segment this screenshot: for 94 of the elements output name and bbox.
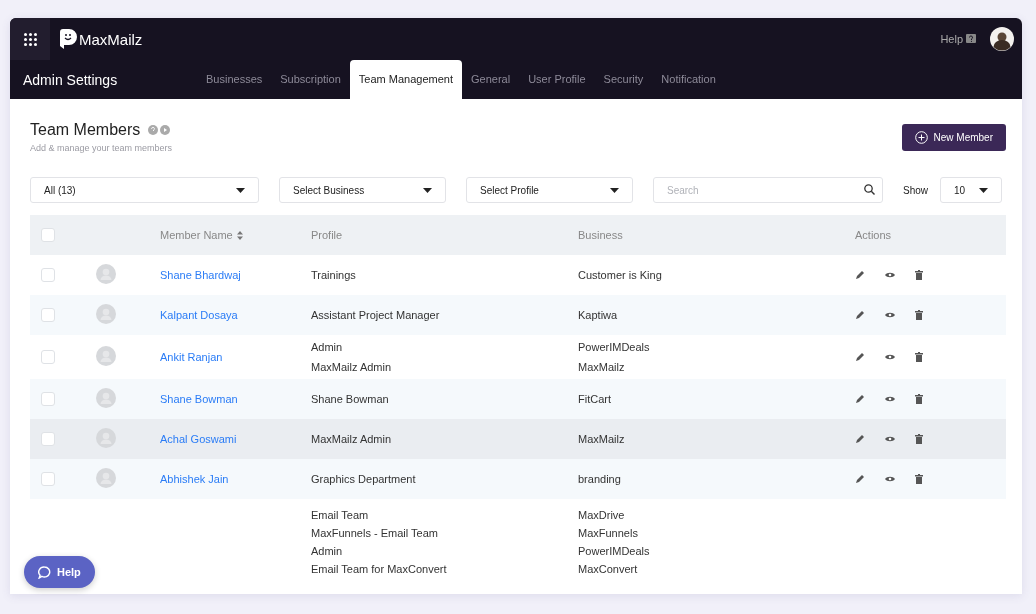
table-cell-text: Assistant Project Manager [311, 309, 441, 321]
member-link[interactable]: Kalpant Dosaya [160, 309, 238, 321]
checkbox[interactable] [41, 228, 55, 242]
avatar-icon [96, 264, 116, 284]
help-chat-button[interactable]: Help [24, 556, 95, 588]
page-subtitle: Add & manage your team members [30, 143, 173, 153]
member-link[interactable]: Shane Bowman [160, 393, 238, 405]
sort-icon[interactable] [236, 230, 243, 240]
nav-tab[interactable]: Notification [652, 60, 725, 99]
table-cell-text: PowerIMDeals [578, 341, 651, 353]
table-cell-text: PowerIMDeals [578, 545, 651, 557]
column-header: Business [578, 229, 623, 241]
pencil-icon[interactable] [855, 394, 865, 404]
table-cell-text: MaxFunnels [578, 527, 639, 539]
trash-icon[interactable] [915, 270, 923, 280]
column-header: Actions [855, 229, 892, 241]
trash-icon[interactable] [915, 474, 923, 484]
table-cell-text: MaxMailz Admin [311, 433, 393, 445]
caret-icon [979, 187, 988, 193]
checkbox[interactable] [41, 350, 55, 364]
logo-icon [60, 29, 77, 49]
avatar-icon [96, 388, 116, 408]
pencil-icon[interactable] [855, 352, 865, 362]
nav-tab[interactable]: General [462, 60, 520, 99]
eye-icon[interactable] [885, 396, 895, 402]
member-link[interactable]: Ankit Ranjan [160, 351, 223, 363]
table-cell-text: MaxConvert [578, 563, 639, 575]
avatar-icon [96, 346, 116, 366]
avatar-icon [96, 468, 116, 488]
member-link[interactable]: Achal Goswami [160, 433, 237, 445]
nav-tab[interactable]: Team Management [349, 60, 462, 99]
search-field[interactable]: Search [653, 177, 883, 203]
table-cell-text: Trainings [311, 269, 357, 281]
profile-dropdown[interactable]: Select Profile [466, 177, 633, 203]
checkbox[interactable] [41, 432, 55, 446]
pencil-icon[interactable] [855, 310, 865, 320]
caret-icon [236, 187, 245, 193]
page-title: Team Members [30, 121, 141, 139]
eye-icon[interactable] [885, 312, 895, 318]
new-member-button[interactable]: New Member [901, 124, 1006, 151]
member-link[interactable]: Shane Bhardwaj [160, 269, 241, 281]
checkbox[interactable] [41, 308, 55, 322]
apps-grid-icon[interactable] [23, 32, 37, 46]
table-cell-text: Admin [311, 545, 344, 557]
checkbox[interactable] [41, 472, 55, 486]
table-cell-text: MaxMailz Admin [311, 361, 393, 373]
eye-icon[interactable] [885, 272, 895, 278]
chat-bubble-icon [38, 565, 51, 579]
eye-icon[interactable] [885, 354, 895, 360]
help-link[interactable]: Help [940, 33, 963, 45]
trash-icon[interactable] [915, 310, 923, 320]
pencil-icon[interactable] [855, 434, 865, 444]
trash-icon[interactable] [915, 434, 923, 444]
table-cell-text: Customer is King [578, 269, 663, 281]
avatar-icon[interactable] [990, 27, 1014, 51]
eye-icon[interactable] [885, 476, 895, 482]
table-cell-text: Kaptiwa [578, 309, 619, 321]
nav-tab[interactable]: User Profile [519, 60, 595, 99]
trash-icon[interactable] [915, 352, 923, 362]
brand-name: MaxMailz [79, 30, 143, 48]
avatar-icon [96, 304, 116, 324]
table-cell-text: Email Team [311, 509, 370, 521]
pencil-icon[interactable] [855, 474, 865, 484]
table-cell-text: MaxFunnels - Email Team [311, 527, 439, 539]
nav-tab[interactable]: Security [594, 60, 653, 99]
table-cell-text: MaxMailz [578, 361, 626, 373]
column-header[interactable]: Member Name [160, 229, 233, 241]
table-cell-text: branding [578, 473, 622, 485]
status-dropdown[interactable]: All (13) [30, 177, 259, 203]
trash-icon[interactable] [915, 394, 923, 404]
caret-icon [610, 187, 619, 193]
checkbox[interactable] [41, 392, 55, 406]
caret-icon [423, 187, 432, 193]
eye-icon[interactable] [885, 436, 895, 442]
show-label: Show [903, 184, 928, 196]
table-cell-text: FitCart [578, 393, 612, 405]
table-cell-text: Shane Bowman [311, 393, 390, 405]
table-cell-text: MaxMailz [578, 433, 626, 445]
pencil-icon[interactable] [855, 270, 865, 280]
column-header: Profile [311, 229, 343, 241]
plus-icon [914, 131, 928, 144]
business-dropdown[interactable]: Select Business [279, 177, 446, 203]
nav-tab[interactable]: Subscription [271, 60, 350, 99]
checkbox[interactable] [41, 268, 55, 282]
table-cell-text: MaxDrive [578, 509, 626, 521]
table-cell-text: Email Team for MaxConvert [311, 563, 448, 575]
member-link[interactable]: Abhishek Jain [160, 473, 229, 485]
question-icon[interactable] [966, 34, 976, 44]
search-icon[interactable] [864, 184, 875, 195]
nav-tab[interactable]: Businesses [197, 60, 272, 99]
page-size-dropdown[interactable]: 10 [940, 177, 1002, 203]
table-cell-text: Admin [311, 341, 344, 353]
section-title: Admin Settings [22, 71, 119, 88]
table-cell-text: Graphics Department [311, 473, 417, 485]
